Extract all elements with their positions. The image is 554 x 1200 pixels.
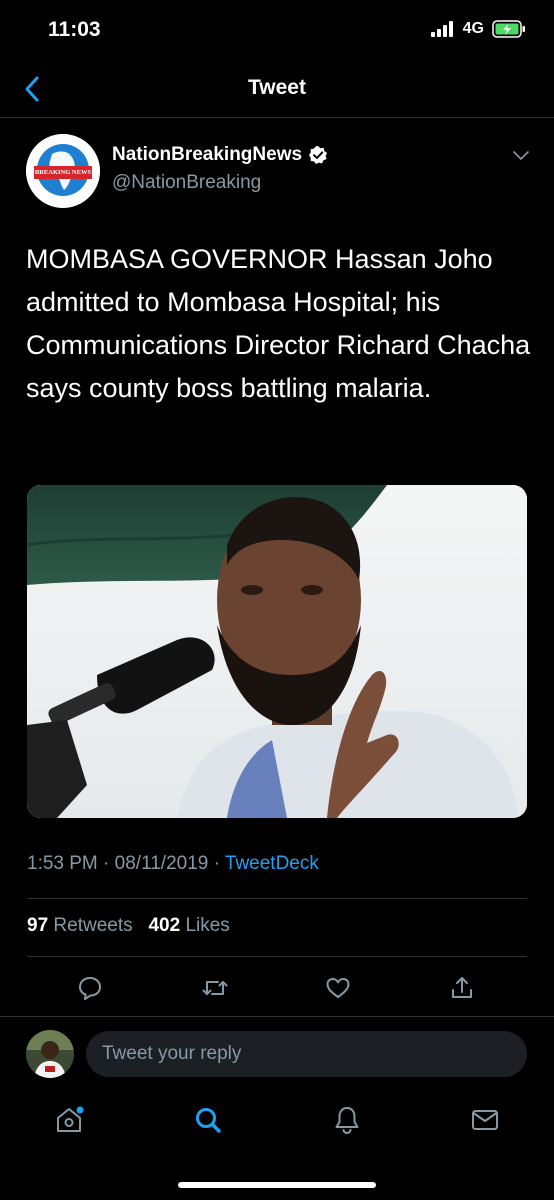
tab-search[interactable] [186,1098,230,1142]
meta-separator: · [213,853,225,874]
divider [27,956,527,957]
tab-messages[interactable] [463,1098,507,1142]
home-indicator [178,1182,376,1188]
likes-count: 402 [148,915,181,936]
tab-notifications[interactable] [325,1098,369,1142]
avatar-text: BREAKING NEWS [34,169,92,176]
tab-bar [0,1098,554,1148]
retweet-button[interactable] [195,968,235,1008]
home-icon [53,1104,85,1136]
battery-icon [492,20,526,38]
status-indicators: 4G [430,20,526,38]
divider [27,898,527,899]
like-button[interactable] [318,968,358,1008]
tweet-stats: 97 Retweets 402 Likes [27,915,230,937]
page-title: Tweet [248,76,306,99]
reply-button[interactable] [70,968,110,1008]
share-button[interactable] [442,968,482,1008]
divider [0,1016,554,1017]
share-icon [450,975,474,1001]
network-label: 4G [462,20,484,37]
signal-icon [430,21,455,37]
tweet-date: 08/11/2019 [114,853,209,874]
likes-stat[interactable]: 402 Likes [148,915,229,936]
retweets-count: 97 [27,915,49,936]
reply-input[interactable] [86,1031,527,1077]
retweets-label: Retweets [53,915,133,936]
tab-home[interactable] [47,1098,91,1142]
tweet-meta: 1:53 PM · 08/11/2019 · TweetDeck [27,853,319,875]
author-name-row[interactable]: NationBreakingNews [112,144,328,166]
search-icon [193,1105,223,1135]
more-options-button[interactable] [512,150,530,162]
likes-label: Likes [185,915,230,936]
status-time: 11:03 [48,18,101,41]
author-name: NationBreakingNews [112,144,303,165]
tweet-actions [0,968,554,1008]
user-avatar[interactable] [26,1030,74,1078]
divider [0,117,554,118]
bell-icon [333,1105,361,1135]
heart-icon [325,976,351,1000]
author-avatar[interactable]: BREAKING NEWS [26,134,100,208]
author-handle[interactable]: @NationBreaking [112,172,261,194]
retweet-icon [201,976,229,1000]
retweets-stat[interactable]: 97 Retweets [27,915,133,936]
verified-badge-icon [308,145,328,165]
chevron-down-icon [512,150,530,162]
tweet-time: 1:53 PM [27,853,98,874]
tweet-photo[interactable] [27,485,527,818]
tweet-text: MOMBASA GOVERNOR Hassan Joho admitted to… [26,244,531,403]
comment-icon [77,975,103,1001]
mail-icon [470,1107,500,1133]
tweet-source-link[interactable]: TweetDeck [225,853,319,874]
meta-separator: · [103,853,115,874]
